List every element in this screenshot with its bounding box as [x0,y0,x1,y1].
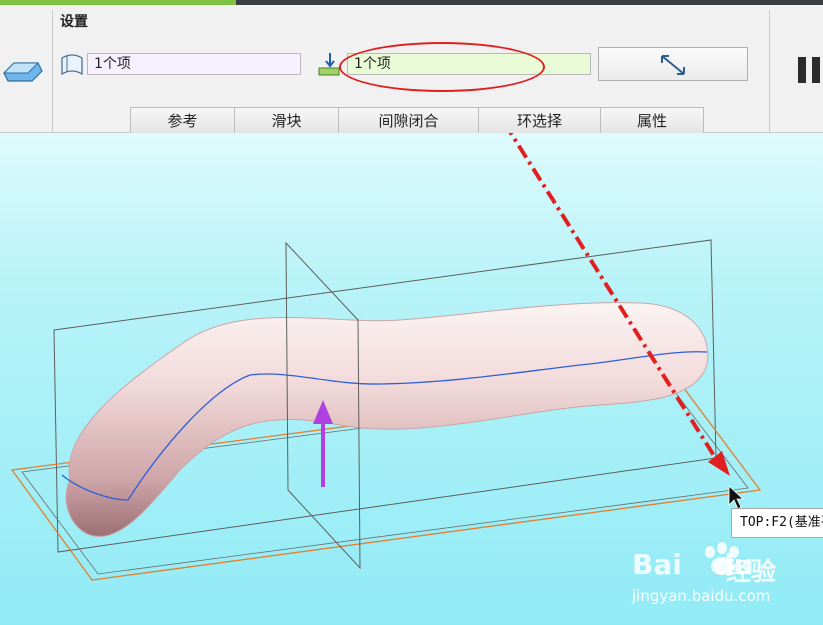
watermark-brand-1: Bai [632,548,682,581]
tab-gap-closure[interactable]: 间隙闭合 [338,107,479,134]
watermark-url: jingyan.baidu.com [632,587,771,605]
pause-icon[interactable] [796,57,823,85]
sweep-feature-icon[interactable] [0,55,44,91]
flip-direction-icon [661,55,685,75]
watermark-cn: 经验 [726,557,777,586]
reference-collector-1[interactable]: 1个项 [87,53,301,75]
separator [52,10,53,134]
dashboard-panel: 设置 1个项 1个项 参考 滑块 间隙闭合 环选择 属性 [0,5,823,134]
flip-button[interactable] [598,47,748,81]
tab-properties[interactable]: 属性 [600,107,704,134]
tab-loop-selection[interactable]: 环选择 [478,107,601,134]
annotation-highlight-ellipse [339,42,545,92]
swept-tube-surface[interactable] [65,302,709,537]
datum-tooltip: TOP:F2(基准平面) [731,508,823,538]
tab-references[interactable]: 参考 [130,107,235,134]
dashboard-tabs: 参考 滑块 间隙闭合 环选择 属性 [130,107,704,134]
settings-group-title: 设置 [60,14,88,30]
surface-collector-icon [61,54,83,76]
tab-slider[interactable]: 滑块 [234,107,339,134]
separator [769,10,770,134]
